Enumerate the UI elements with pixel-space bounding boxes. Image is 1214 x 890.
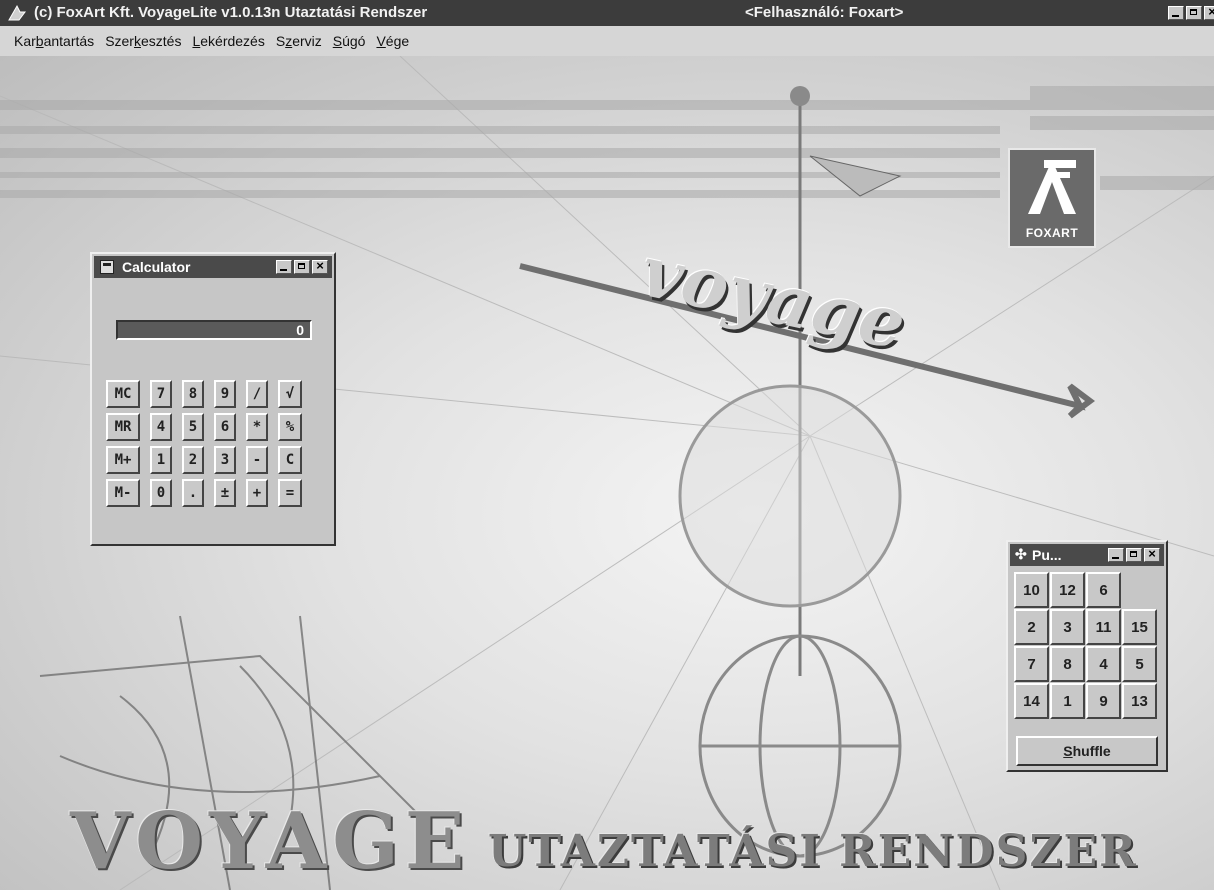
calc-key-0[interactable]: MC xyxy=(106,380,140,408)
puzzle-tile[interactable]: 2 xyxy=(1014,609,1049,645)
user-indicator: <Felhasználó: Foxart> xyxy=(745,4,904,21)
puzzle-tile[interactable]: 1 xyxy=(1050,683,1085,719)
puzzle-tile[interactable]: 10 xyxy=(1014,572,1049,608)
maximize-button[interactable] xyxy=(1186,6,1202,20)
maximize-icon xyxy=(298,263,305,269)
close-icon: × xyxy=(316,258,324,273)
calc-key-1[interactable]: 7 xyxy=(150,380,172,408)
calc-key-18[interactable]: M- xyxy=(106,479,140,507)
calculator-keypad: MC 7 8 9 / √ MR 4 5 6 *% M+ 1 2 3- C M- 0. ± + = xyxy=(106,380,302,507)
calculator-minimize-button[interactable] xyxy=(276,260,292,274)
minimize-icon xyxy=(1172,15,1179,17)
calc-key-3[interactable]: 9 xyxy=(214,380,236,408)
calc-key-12[interactable]: M+ xyxy=(106,446,140,474)
minimize-icon xyxy=(1112,557,1119,559)
puzzle-close-button[interactable]: × xyxy=(1144,546,1160,562)
puzzle-grid: 10 12 6 2 3 11 15 7 8 4 5 14 1 9 13 xyxy=(1014,572,1157,719)
menu-item-szerkeszts[interactable]: Szerkesztés xyxy=(105,33,181,49)
puzzle-maximize-button[interactable] xyxy=(1126,548,1142,562)
calculator-window: Calculator × 0 MC 7 8 9 / √ MR 4 5 6 *% M+ 1 2 3- C M- 0.… xyxy=(90,252,336,546)
puzzle-tile[interactable]: 3 xyxy=(1050,609,1085,645)
puzzle-tile[interactable]: 8 xyxy=(1050,646,1085,682)
calc-key-23[interactable]: = xyxy=(278,479,302,507)
foxart-logo-text: FOXART xyxy=(1025,226,1079,240)
calculator-title: Calculator xyxy=(122,259,191,275)
shuffle-button[interactable]: Shuffle xyxy=(1016,736,1158,766)
puzzle-title: Pu... xyxy=(1032,547,1062,563)
calc-key-19[interactable]: 0 xyxy=(150,479,172,507)
minimize-icon xyxy=(280,269,287,271)
puzzle-tile[interactable]: 7 xyxy=(1014,646,1049,682)
calc-key-4[interactable]: / xyxy=(246,380,268,408)
calc-key-22[interactable]: + xyxy=(246,479,268,507)
close-icon: × xyxy=(1208,4,1214,19)
puzzle-window: ✣ Pu... × 10 12 6 2 3 11 15 7 8 4 5 14 1 9 13 Shuffle xyxy=(1006,540,1168,772)
calc-key-15[interactable]: 3 xyxy=(214,446,236,474)
calc-key-16[interactable]: - xyxy=(246,446,268,474)
puzzle-tile[interactable]: 4 xyxy=(1086,646,1121,682)
puzzle-icon: ✣ xyxy=(1015,546,1027,562)
maximize-icon xyxy=(1130,551,1137,557)
menu-item-karbantarts[interactable]: Karbantartás xyxy=(14,33,94,49)
maximize-icon xyxy=(1190,9,1197,15)
menu-item-sg[interactable]: Súgó xyxy=(333,33,366,49)
puzzle-empty-slot xyxy=(1122,572,1157,608)
puzzle-tile[interactable]: 15 xyxy=(1122,609,1157,645)
calc-key-7[interactable]: 4 xyxy=(150,413,172,441)
calc-key-2[interactable]: 8 xyxy=(182,380,204,408)
minimize-button[interactable] xyxy=(1168,6,1184,20)
calculator-titlebar[interactable]: Calculator × xyxy=(94,256,332,278)
calculator-maximize-button[interactable] xyxy=(294,260,310,274)
puzzle-tile[interactable]: 6 xyxy=(1086,572,1121,608)
puzzle-tile[interactable]: 11 xyxy=(1086,609,1121,645)
close-icon: × xyxy=(1148,546,1156,561)
voyage-big-title: VOYAGE xyxy=(70,796,471,887)
calc-key-9[interactable]: 6 xyxy=(214,413,236,441)
app-icon xyxy=(8,4,26,21)
calc-key-20[interactable]: . xyxy=(182,479,204,507)
puzzle-minimize-button[interactable] xyxy=(1108,548,1124,562)
calc-key-10[interactable]: * xyxy=(246,413,268,441)
calc-key-8[interactable]: 5 xyxy=(182,413,204,441)
menu-item-szerviz[interactable]: Szerviz xyxy=(276,33,322,49)
calc-key-14[interactable]: 2 xyxy=(182,446,204,474)
puzzle-tile[interactable]: 14 xyxy=(1014,683,1049,719)
main-window-controls: × xyxy=(1168,4,1214,20)
calc-key-5[interactable]: √ xyxy=(278,380,302,408)
system-big-subtitle: UTAZTATÁSI RENDSZER xyxy=(488,826,1138,877)
foxart-logo: FOXART xyxy=(1008,148,1096,248)
close-button[interactable]: × xyxy=(1204,4,1214,20)
calc-key-13[interactable]: 1 xyxy=(150,446,172,474)
puzzle-titlebar[interactable]: ✣ Pu... × xyxy=(1010,544,1164,566)
menu-bar: Karbantartás Szerkesztés Lekérdezés Szerviz… xyxy=(0,26,1214,56)
calculator-window-controls: × xyxy=(276,258,328,274)
calculator-display: 0 xyxy=(116,320,312,340)
menu-item-lekrdezs[interactable]: Lekérdezés xyxy=(192,33,264,49)
puzzle-tile[interactable]: 5 xyxy=(1122,646,1157,682)
calc-key-6[interactable]: MR xyxy=(106,413,140,441)
foxart-logo-icon xyxy=(1028,160,1076,214)
puzzle-window-controls: × xyxy=(1108,546,1160,562)
calc-key-11[interactable]: % xyxy=(278,413,302,441)
puzzle-tile[interactable]: 13 xyxy=(1122,683,1157,719)
puzzle-tile[interactable]: 9 xyxy=(1086,683,1121,719)
puzzle-tile[interactable]: 12 xyxy=(1050,572,1085,608)
calculator-close-button[interactable]: × xyxy=(312,258,328,274)
calculator-icon xyxy=(100,260,114,274)
window-title: (c) FoxArt Kft. VoyageLite v1.0.13n Utaz… xyxy=(34,4,428,21)
calc-key-17[interactable]: C xyxy=(278,446,302,474)
menu-item-vge[interactable]: Vége xyxy=(376,33,409,49)
main-titlebar[interactable]: (c) FoxArt Kft. VoyageLite v1.0.13n Utaz… xyxy=(0,0,1214,26)
calc-key-21[interactable]: ± xyxy=(214,479,236,507)
